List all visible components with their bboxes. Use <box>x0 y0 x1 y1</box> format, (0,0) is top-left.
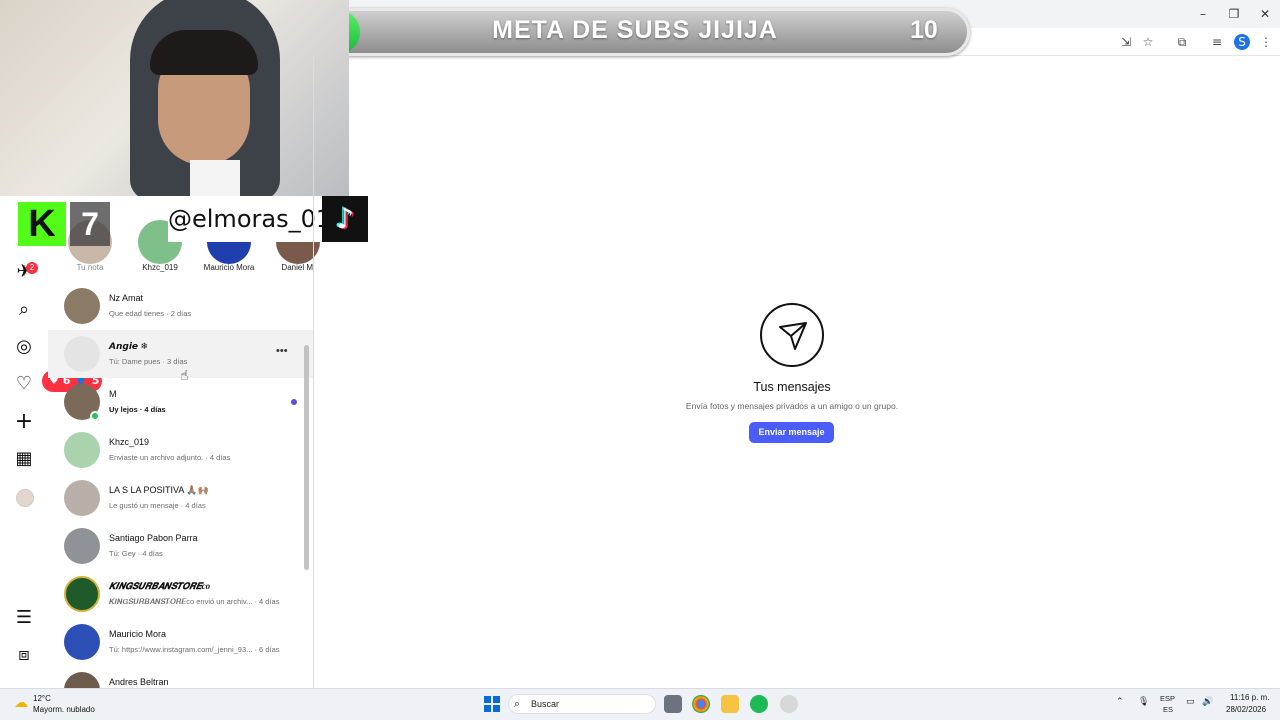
conversation-name: Andres Beltran <box>109 677 169 687</box>
note-label: Mauricio Mora <box>203 263 255 272</box>
conversation-preview: Enviaste un archivo adjunto. · 4 días <box>109 453 231 462</box>
conversation-name: M <box>109 389 117 399</box>
profile-avatar[interactable] <box>16 489 34 507</box>
minimize-button[interactable]: – <box>1190 4 1216 24</box>
taskbar-search[interactable]: Buscar <box>508 694 656 714</box>
streamer-handle: @elmoras_01 <box>168 196 331 242</box>
also-from-meta-icon[interactable]: ⧈ <box>12 643 36 667</box>
create-icon[interactable]: + <box>12 410 36 434</box>
explore-icon[interactable]: ◎ <box>12 335 36 359</box>
conversation-preview: Tú: Gey · 4 días <box>109 549 163 558</box>
avatar <box>64 528 100 564</box>
avatar <box>64 576 100 612</box>
page-scrollbar[interactable] <box>1270 60 1280 688</box>
send-message-button[interactable]: Enviar mensaje <box>749 422 834 443</box>
webcam-hair-shape <box>150 30 258 75</box>
note-label: Khzc_019 <box>142 263 178 272</box>
messages-empty-icon <box>760 303 824 367</box>
weather-description[interactable]: Mayorm. nublado <box>33 705 95 714</box>
avatar <box>64 480 100 516</box>
search-icon[interactable]: ⌕ <box>12 298 36 322</box>
profile-avatar-icon[interactable]: S <box>1234 34 1250 50</box>
conversation-name: Khzc_019 <box>109 437 150 447</box>
obs-icon[interactable] <box>780 695 798 713</box>
conversation-name: 𝑲𝑰𝑵𝑮𝑺𝑼𝑹𝑩𝑨𝑵𝑺𝑻𝑶𝑹𝑬co <box>109 581 211 591</box>
send-icon <box>779 322 807 350</box>
conversation-name: Mauricio Mora <box>109 629 167 639</box>
avatar <box>64 336 100 372</box>
start-windows-icon[interactable] <box>484 696 500 712</box>
subs-goal-title: META DE SUBS JIJIJA <box>492 16 778 44</box>
conversation-preview: 𝑲𝑰𝑵𝑮𝑺𝑼𝑹𝑩𝑨𝑵𝑺𝑻𝑶𝑹𝑬co envió un archiv... · 4… <box>109 597 280 606</box>
conversation-row[interactable]: Andres Beltran <box>48 666 313 688</box>
conversation-preview: Le gustó un mensaje · 4 días <box>109 501 206 510</box>
hand-cursor-icon: ☝ <box>180 368 189 384</box>
clock-time[interactable]: 11:16 p. m. <box>1230 693 1269 702</box>
tiktok-logo-icon: ♪ <box>322 196 368 242</box>
avatar <box>64 288 100 324</box>
file-explorer-icon[interactable] <box>721 695 739 713</box>
close-button[interactable]: ✕ <box>1252 4 1278 24</box>
input-language[interactable]: ESP <box>1160 694 1175 703</box>
notification-badge: 2 <box>26 262 38 274</box>
search-icon: ⌕ <box>514 697 521 710</box>
note-label: Daniel M <box>281 263 313 272</box>
spotify-icon[interactable] <box>750 695 768 713</box>
subs-goal-target: 10 <box>910 16 938 44</box>
panel-divider <box>313 56 314 688</box>
tray-overflow-icon[interactable]: ⌃ <box>1116 697 1124 707</box>
weather-temperature[interactable]: 12°C <box>33 694 51 703</box>
online-indicator <box>90 411 100 421</box>
conversation-row[interactable]: M Uy lejos · 4 días <box>48 378 313 426</box>
media-control-icon[interactable]: ≡ <box>1209 34 1225 50</box>
microphone-icon[interactable]: 🎙 <box>1138 697 1149 707</box>
extensions-icon[interactable]: ⧉ <box>1174 34 1190 50</box>
empty-state-subtitle: Envía fotos y mensajes privados a un ami… <box>685 401 899 411</box>
unread-dot <box>291 399 297 405</box>
webcam-shirt-shape <box>190 160 240 196</box>
conversation-row[interactable]: 𝑲𝑰𝑵𝑮𝑺𝑼𝑹𝑩𝑨𝑵𝑺𝑻𝑶𝑹𝑬co 𝑲𝑰𝑵𝑮𝑺𝑼𝑹𝑩𝑨𝑵𝑺𝑻𝑶𝑹𝑬co envi… <box>48 570 313 618</box>
task-view-icon[interactable] <box>664 695 682 713</box>
bookmark-star-icon[interactable]: ☆ <box>1140 34 1156 50</box>
more-menu-icon[interactable]: ☰ <box>12 606 36 630</box>
conversation-name: Santiago Pabon Parra <box>109 533 198 543</box>
empty-state-title: Tus mensajes <box>753 380 831 394</box>
browser-menu-icon[interactable]: ⋮ <box>1258 34 1274 50</box>
avatar <box>64 432 100 468</box>
conversation-preview: Tú: Dame pues · 3 días <box>109 357 188 366</box>
conversation-list-scrollbar[interactable] <box>304 345 309 570</box>
conversation-list: Nz Amat Que edad tienes · 2 días 𝘼𝙣𝙜𝙞𝙚 ❄… <box>48 282 313 688</box>
conversation-row[interactable]: Nz Amat Que edad tienes · 2 días <box>48 282 313 330</box>
conversation-preview: Uy lejos · 4 días <box>109 405 166 414</box>
conversation-name: Nz Amat <box>109 293 144 303</box>
network-icon[interactable]: ▭ <box>1186 697 1195 707</box>
kick-viewer-count: 7 <box>70 202 110 246</box>
more-options-icon[interactable]: ••• <box>276 345 288 357</box>
conversation-row[interactable]: Mauricio Mora Tú: https://www.instagram.… <box>48 618 313 666</box>
weather-cloud-icon[interactable]: ☁ <box>12 694 30 712</box>
chrome-icon[interactable] <box>692 695 710 713</box>
kick-logo: K <box>18 202 66 246</box>
dashboard-icon[interactable]: ▦ <box>12 447 36 471</box>
conversation-row[interactable]: Santiago Pabon Parra Tú: Gey · 4 días <box>48 522 313 570</box>
conversation-preview: Que edad tienes · 2 días <box>109 309 192 318</box>
conversation-name: LA S LA POSITIVA 🙏🏽🙌🏽 <box>109 485 209 495</box>
volume-icon[interactable]: 🔊 <box>1202 697 1213 707</box>
webcam-overlay <box>0 0 349 196</box>
notifications-heart-icon[interactable]: ♡ <box>12 372 36 396</box>
conversation-name: 𝘼𝙣𝙜𝙞𝙚 ❄ <box>109 341 149 351</box>
avatar <box>64 624 100 660</box>
conversation-preview: Tú: https://www.instagram.com/_jenni_93.… <box>109 645 280 654</box>
input-region[interactable]: ES <box>1163 705 1173 714</box>
clock-date[interactable]: 28/02/2026 <box>1226 705 1266 714</box>
restore-button[interactable]: ❐ <box>1221 4 1247 24</box>
conversation-row[interactable]: LA S LA POSITIVA 🙏🏽🙌🏽 Le gustó un mensaj… <box>48 474 313 522</box>
note-label: Tu nota <box>76 263 104 272</box>
conversation-row[interactable]: Khzc_019 Enviaste un archivo adjunto. · … <box>48 426 313 474</box>
avatar <box>64 672 100 688</box>
install-app-icon[interactable]: ⇲ <box>1118 34 1134 50</box>
